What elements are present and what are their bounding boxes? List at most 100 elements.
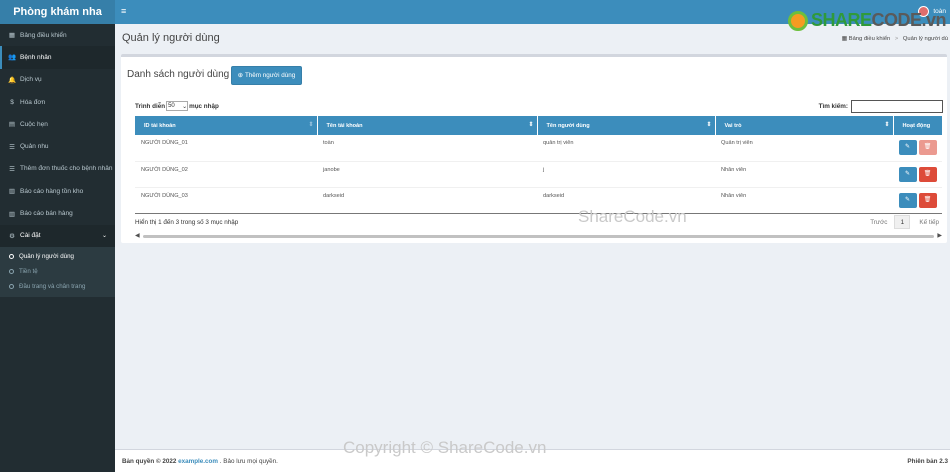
- hamburger-icon[interactable]: ≡: [121, 6, 126, 16]
- sidebar-subitem-label: Đầu trang và chân trang: [19, 282, 86, 290]
- scroll-right-icon[interactable]: ▶: [937, 232, 942, 239]
- edit-icon[interactable]: ✎: [898, 192, 917, 208]
- bell-icon: 🔔: [8, 76, 17, 84]
- breadcrumb-separator: >: [894, 36, 899, 42]
- table-cell: darkseid: [317, 187, 537, 214]
- prev-page-button[interactable]: Trước: [870, 219, 887, 226]
- table-cell: Nhân viên: [715, 161, 893, 188]
- footer-version: Phiên bản 2.3: [907, 458, 948, 465]
- sidebar-item[interactable]: ▦ Bảng điều khiển: [0, 24, 115, 46]
- sidebar-item[interactable]: 👥 Bệnh nhân: [0, 46, 115, 69]
- scrollbar-thumb[interactable]: [143, 235, 934, 238]
- add-user-label: Thêm người dùng: [244, 72, 296, 79]
- sidebar-subitem[interactable]: Tiền tệ: [0, 264, 115, 279]
- sidebar-item-label: Thêm đơn thuốc cho bệnh nhân: [20, 165, 113, 173]
- sidebar-item[interactable]: ▥ Báo cáo bán hàng: [0, 202, 115, 224]
- sharecode-watermark-logo: SHARECODE.vn: [787, 10, 946, 31]
- breadcrumb-home[interactable]: Bảng điều khiển: [849, 36, 891, 42]
- footer-link[interactable]: example.com: [178, 458, 218, 465]
- circle-icon: [9, 283, 14, 289]
- entries-length-control: Trình diễn 50 ⌄ mục nhập: [135, 101, 219, 111]
- sidebar-subitem[interactable]: Đầu trang và chân trang: [0, 279, 115, 294]
- column-header[interactable]: ID tài khoản ⇕: [135, 116, 318, 135]
- sort-icon[interactable]: ⇕: [884, 121, 889, 128]
- list-icon: ☰: [9, 143, 15, 151]
- column-header-label: ID tài khoản: [144, 122, 176, 129]
- sidebar-item[interactable]: ☰ Thêm đơn thuốc cho bệnh nhân: [0, 158, 115, 180]
- column-header[interactable]: Tên người dùng ⇕: [537, 116, 716, 135]
- app-logo[interactable]: Phòng khám nha: [0, 0, 115, 24]
- edit-icon[interactable]: ✎: [898, 140, 917, 156]
- sidebar-subitem[interactable]: Quản lý người dùng: [0, 249, 115, 264]
- sort-icon[interactable]: ⇕: [528, 121, 533, 128]
- table-row: NGƯỜI DÙNG_03 darkseid darkseid Nhân viên ✎ 🗑: [135, 187, 942, 214]
- sidebar-item[interactable]: ▥ Báo cáo hàng tồn kho: [0, 180, 115, 202]
- entries-value: 50: [168, 103, 175, 109]
- column-header[interactable]: Vai trò ⇕: [715, 116, 894, 135]
- edit-icon[interactable]: ✎: [898, 166, 917, 182]
- trash-icon[interactable]: 🗑: [918, 192, 937, 208]
- bar-chart-icon: ▥: [8, 210, 16, 218]
- breadcrumb: ▦ Bảng điều khiển > Quản lý người dù: [842, 36, 948, 42]
- search-control: Tìm kiếm:: [819, 100, 943, 113]
- page-title: Quản lý người dùng: [122, 32, 220, 44]
- table-cell: janobe: [317, 161, 537, 188]
- sort-icon[interactable]: ⇕: [308, 121, 313, 128]
- sidebar-item-label: Hóa đơn: [20, 98, 46, 106]
- users-icon: 👥: [8, 54, 17, 62]
- sidebar-item[interactable]: ☰ Quản nhu: [0, 135, 115, 157]
- footer-copyright: Bản quyền © 2022 example.com . Bảo lưu m…: [122, 458, 278, 465]
- sidebar-subitem-label: Quản lý người dùng: [19, 252, 74, 260]
- app-title: Phòng khám nha: [13, 6, 102, 18]
- chevron-down-icon: ⌄: [182, 103, 188, 110]
- sharecode-logo-icon: [787, 10, 808, 31]
- horizontal-scrollbar[interactable]: ◀ ▶: [135, 233, 942, 239]
- user-list-box: Danh sách người dùng ⊕ Thêm người dùng T…: [121, 54, 947, 243]
- column-header-label: Vai trò: [724, 122, 742, 129]
- dashboard-icon: ▦: [841, 36, 848, 42]
- sidebar-subitem-label: Tiền tệ: [19, 267, 38, 275]
- actions-cell: ✎ 🗑: [893, 161, 942, 188]
- sidebar-item-label: Cuộc hẹn: [20, 120, 48, 128]
- next-page-button[interactable]: Kế tiếp: [919, 219, 939, 226]
- table-cell: j: [537, 161, 715, 188]
- column-header[interactable]: Tên tài khoản ⇕: [317, 116, 538, 135]
- circle-icon: [9, 253, 14, 259]
- trash-icon[interactable]: 🗑: [918, 166, 937, 182]
- entries-select[interactable]: 50 ⌄: [166, 101, 189, 111]
- circle-icon: [9, 268, 14, 274]
- column-header-label: Tên tài khoản: [326, 122, 363, 129]
- sidebar-item-label: Báo cáo hàng tồn kho: [20, 187, 84, 195]
- gear-icon: ⚙: [9, 232, 15, 240]
- box-title: Danh sách người dùng: [127, 69, 230, 80]
- scroll-left-icon[interactable]: ◀: [135, 232, 140, 239]
- actions-cell: ✎ 🗑: [893, 187, 942, 214]
- version-text: Phiên bản 2.3: [907, 458, 948, 465]
- add-user-button[interactable]: ⊕ Thêm người dùng: [231, 66, 302, 85]
- calendar-icon: ▤: [8, 121, 16, 129]
- sidebar-item[interactable]: ▤ Cuộc hẹn: [0, 113, 115, 135]
- watermark-bottom: Copyright © ShareCode.vn: [343, 438, 547, 457]
- actions-cell: ✎ 🗑: [893, 135, 942, 162]
- column-header: Hoạt động: [893, 116, 943, 135]
- watermark-text-green: SHARE: [810, 10, 872, 30]
- trash-icon: 🗑: [918, 140, 937, 156]
- watermark-text-gray: CODE.vn: [871, 10, 946, 30]
- sidebar-item[interactable]: $ Hóa đơn: [0, 91, 115, 113]
- list-icon: ☰: [9, 165, 15, 173]
- sidebar-item[interactable]: 🔔 Dịch vụ: [0, 69, 115, 91]
- column-header-label: Tên người dùng: [546, 122, 590, 129]
- search-input[interactable]: [851, 100, 943, 113]
- sort-icon[interactable]: ⇕: [706, 121, 711, 128]
- plus-circle-icon: ⊕: [237, 72, 243, 79]
- sidebar-item-settings[interactable]: ⚙ Cài đặt ⌄: [0, 224, 115, 247]
- bar-chart-icon: ▥: [8, 188, 16, 196]
- table-cell: Nhân viên: [715, 187, 893, 214]
- table-cell: NGƯỜI DÙNG_01: [135, 135, 317, 162]
- table-header-row: ID tài khoản ⇕ Tên tài khoản ⇕ Tên người dùn…: [135, 116, 943, 135]
- sidebar-item-label: Quản nhu: [20, 143, 49, 151]
- page-button-1[interactable]: 1: [894, 215, 911, 229]
- table-cell: NGƯỜI DÙNG_02: [135, 161, 317, 188]
- watermark-middle: ShareCode.vn: [578, 207, 687, 226]
- chevron-down-icon: ⌄: [101, 233, 107, 240]
